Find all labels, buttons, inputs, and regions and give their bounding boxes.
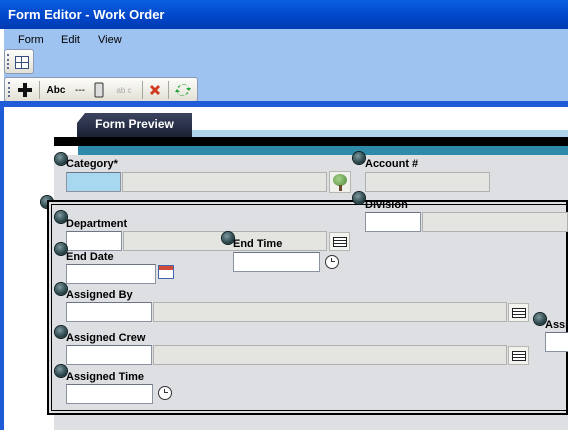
division-description-field (422, 212, 568, 232)
menu-form[interactable]: Form (18, 34, 44, 46)
field-handle[interactable] (353, 152, 365, 164)
assigned-crew-label: Assigned Crew (66, 332, 146, 344)
assigned-crew-code-input[interactable] (66, 345, 152, 365)
division-code-input[interactable] (365, 212, 421, 232)
clock-icon[interactable] (158, 386, 172, 400)
assigned-by-code-input[interactable] (66, 302, 152, 322)
delete-x-icon (150, 85, 160, 95)
field-handle[interactable] (353, 192, 365, 204)
list-icon (511, 350, 526, 361)
refresh-icon (175, 84, 191, 96)
cut-off-label: Assi (545, 319, 568, 331)
assigned-crew-description-field (153, 345, 507, 365)
menu-edit[interactable]: Edit (61, 34, 80, 46)
list-icon (511, 307, 526, 318)
assigned-time-label: Assigned Time (66, 371, 145, 383)
end-date-label: End Date (66, 251, 114, 263)
menu-bar: Form Edit View (4, 29, 568, 51)
category-description-field (122, 172, 327, 192)
form-header-bar (54, 137, 568, 146)
form-header-accent (78, 146, 568, 155)
clock-icon[interactable] (325, 255, 339, 269)
toolbar-grip[interactable] (7, 54, 9, 69)
toolbar-separator (142, 81, 143, 99)
assigned-time-input[interactable] (66, 384, 153, 404)
category-tree-button[interactable] (329, 171, 351, 193)
memo-icon (94, 82, 104, 98)
delete-button[interactable] (146, 81, 164, 99)
division-label: Division (365, 199, 408, 211)
toolbar-separator (168, 81, 169, 99)
menu-view[interactable]: View (98, 34, 122, 46)
calendar-icon[interactable] (158, 265, 174, 279)
memo-field-button[interactable] (91, 81, 107, 99)
assigned-by-description-field (153, 302, 507, 322)
cut-off-input[interactable] (545, 332, 568, 352)
toolbar-separator (39, 81, 40, 99)
assigned-crew-lookup-button[interactable] (508, 346, 529, 365)
divider-button[interactable]: --- (71, 81, 89, 99)
category-label: Category* (66, 158, 118, 170)
tab-form-preview[interactable]: Form Preview (77, 113, 192, 137)
account-field (365, 172, 490, 192)
refresh-button[interactable] (173, 81, 193, 99)
end-time-input[interactable] (233, 252, 320, 272)
tab-strip (190, 130, 568, 137)
account-label: Account # (365, 158, 419, 170)
assigned-by-label: Assigned By (66, 289, 133, 301)
text-field-button[interactable]: Abc (43, 81, 69, 99)
end-date-input[interactable] (66, 264, 156, 284)
assigned-by-lookup-button[interactable] (508, 303, 529, 322)
plus-icon (18, 83, 32, 97)
toolbar-grip[interactable] (8, 82, 10, 97)
end-time-label: End Time (233, 238, 283, 250)
layout-grid-button[interactable] (13, 53, 31, 71)
field-toolbar: Abc --- ab c (4, 77, 198, 102)
add-field-button[interactable] (15, 81, 35, 99)
layout-grid-icon (15, 55, 29, 69)
department-label: Department (66, 218, 128, 230)
window-title: Form Editor - Work Order (0, 0, 568, 29)
list-icon (332, 236, 347, 247)
department-lookup-button[interactable] (329, 232, 350, 251)
layout-toolbar (4, 49, 34, 74)
label-field-button[interactable]: ab c (111, 81, 137, 99)
category-code-input[interactable] (66, 172, 121, 192)
department-code-input[interactable] (66, 231, 122, 251)
